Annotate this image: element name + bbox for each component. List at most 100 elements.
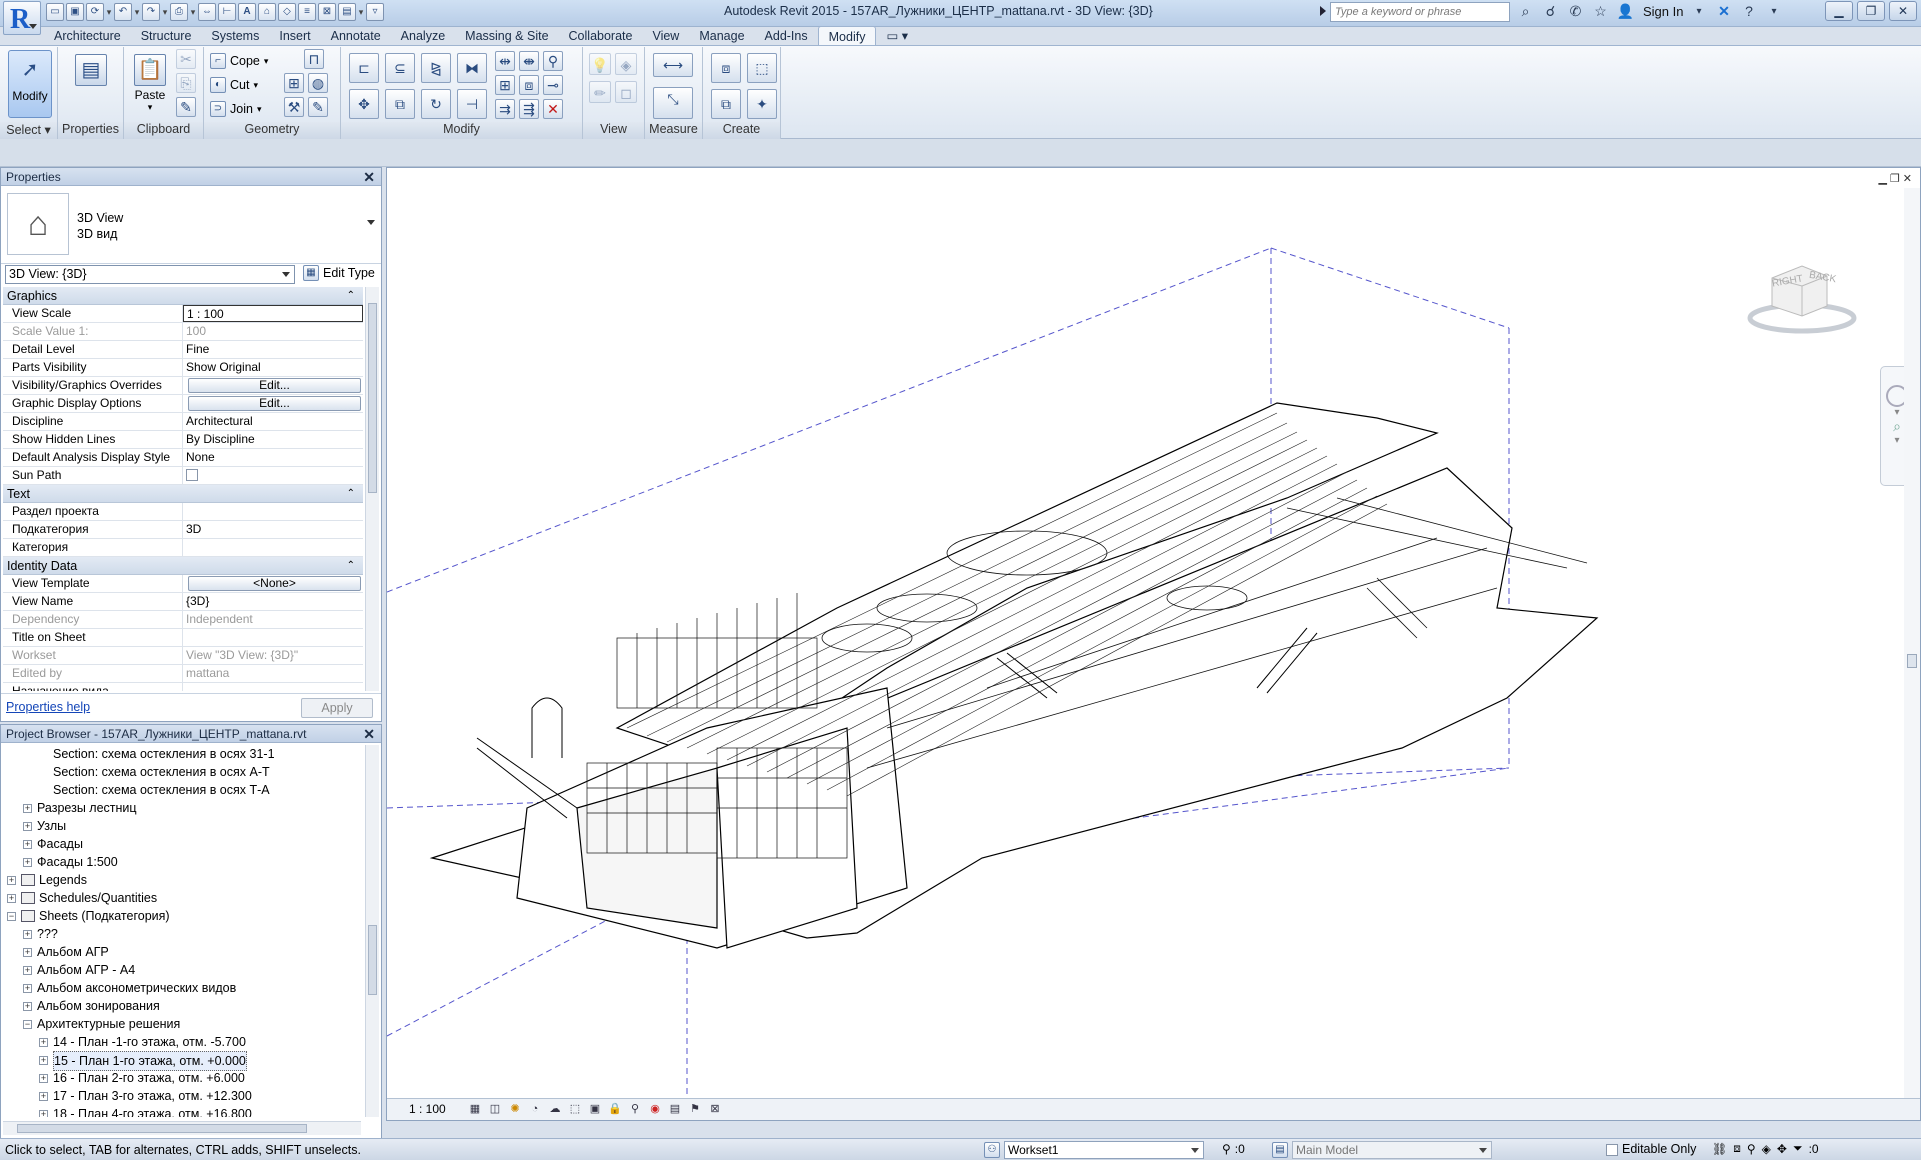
- pin-icon[interactable]: ⊸: [543, 75, 563, 95]
- filter-icon[interactable]: ⏷: [1793, 1141, 1803, 1156]
- property-value[interactable]: 1 : 100: [183, 305, 363, 322]
- lock-view-icon[interactable]: 🔒: [607, 1101, 623, 1117]
- switch-windows-icon[interactable]: ▤: [338, 3, 356, 21]
- rotate-icon[interactable]: ↻: [421, 89, 451, 119]
- properties-help-link[interactable]: Properties help: [6, 700, 90, 714]
- trim-extend-icon[interactable]: ⊣: [457, 89, 487, 119]
- dropdown-icon[interactable]: ▾: [358, 3, 364, 21]
- exchange-apps-icon[interactable]: ✕: [1714, 2, 1733, 21]
- expand-icon[interactable]: +: [23, 840, 32, 849]
- copy-icon[interactable]: ⧉: [385, 89, 415, 119]
- binoculars-icon[interactable]: ⌕: [1516, 2, 1535, 21]
- tab-analyze[interactable]: Analyze: [391, 26, 455, 46]
- join-button[interactable]: ⊃ Join ▾: [210, 99, 261, 119]
- split-with-gap-icon[interactable]: ⇼: [519, 51, 539, 71]
- select-links-icon[interactable]: ⛓: [1712, 1142, 1727, 1156]
- apply-button[interactable]: Apply: [301, 698, 373, 718]
- contextual-tab-toggle-icon[interactable]: ▭ ▾: [876, 26, 918, 46]
- property-value[interactable]: 3D: [183, 521, 363, 538]
- dimension-icon[interactable]: ⊢: [218, 3, 236, 21]
- drag-elements-icon[interactable]: ✥: [1777, 1142, 1787, 1156]
- collapse-icon[interactable]: ⌃: [347, 557, 355, 575]
- trim-extend-single-icon[interactable]: ⇶: [519, 99, 539, 119]
- close-icon[interactable]: ✕: [1889, 1, 1917, 21]
- property-edit-button[interactable]: <None>: [188, 576, 361, 591]
- dropdown-icon[interactable]: ▾: [134, 3, 140, 21]
- expand-icon[interactable]: +: [23, 930, 32, 939]
- mirror-draw-axis-icon[interactable]: ⧓: [457, 53, 487, 83]
- property-value[interactable]: Edit...: [183, 377, 363, 394]
- temporary-hide-icon[interactable]: ⚲: [627, 1101, 643, 1117]
- copy-to-clipboard-icon[interactable]: ⎘: [176, 73, 196, 93]
- linework-icon[interactable]: ✏: [589, 81, 611, 103]
- browser-tree-item[interactable]: +???: [3, 925, 361, 943]
- sun-path-checkbox[interactable]: [186, 469, 198, 481]
- select-by-face-icon[interactable]: ◈: [1762, 1142, 1771, 1156]
- properties-scrollbar[interactable]: [365, 287, 379, 691]
- remove-paint-icon[interactable]: ✎: [308, 97, 328, 117]
- property-value[interactable]: Fine: [183, 341, 363, 358]
- collapse-icon[interactable]: −: [7, 912, 16, 921]
- property-value[interactable]: [183, 683, 363, 691]
- browser-tree-item[interactable]: Section: схема остекления в осях А-Т: [3, 763, 361, 781]
- 3d-view-icon[interactable]: ⌂: [258, 3, 276, 21]
- paint-icon[interactable]: ◍: [308, 73, 328, 93]
- tab-systems[interactable]: Systems: [201, 26, 269, 46]
- tab-collaborate[interactable]: Collaborate: [559, 26, 643, 46]
- main-model-dropdown[interactable]: Main Model: [1292, 1141, 1492, 1159]
- subscription-icon[interactable]: ☌: [1541, 2, 1560, 21]
- dropdown-icon[interactable]: ▾: [106, 3, 112, 21]
- trim-extend-multiple-icon[interactable]: ⇉: [495, 99, 515, 119]
- create-similar-icon[interactable]: ✦: [747, 89, 777, 119]
- expand-icon[interactable]: +: [39, 1074, 48, 1083]
- browser-tree-item[interactable]: +14 - План -1-го этажа, отм. -5.700: [3, 1033, 361, 1051]
- tab-add-ins[interactable]: Add-Ins: [755, 26, 818, 46]
- browser-tree-item[interactable]: +16 - План 2-го этажа, отм. +6.000: [3, 1069, 361, 1087]
- property-value[interactable]: [183, 503, 363, 520]
- scrollbar-thumb[interactable]: [368, 303, 377, 493]
- browser-horizontal-scrollbar[interactable]: [3, 1121, 361, 1135]
- editable-only-toggle[interactable]: Editable Only: [1606, 1142, 1696, 1156]
- design-options-icon[interactable]: ▤: [1272, 1142, 1288, 1158]
- move-icon[interactable]: ✥: [349, 89, 379, 119]
- unpin-icon[interactable]: ⚲: [543, 51, 563, 71]
- expand-icon[interactable]: +: [39, 1110, 48, 1117]
- canvas-vertical-scrollbar[interactable]: [1904, 188, 1920, 1098]
- search-input[interactable]: Type a keyword or phrase: [1330, 2, 1510, 22]
- wall-joins-icon[interactable]: ⊓: [304, 49, 324, 69]
- application-menu-button[interactable]: R: [3, 1, 41, 35]
- property-group-identity-data[interactable]: Identity Data ⌃: [3, 557, 363, 575]
- thin-lines-icon[interactable]: ≡: [298, 3, 316, 21]
- tab-architecture[interactable]: Architecture: [44, 26, 131, 46]
- expand-icon[interactable]: +: [39, 1038, 48, 1047]
- expand-icon[interactable]: +: [39, 1092, 48, 1101]
- select-underlay-icon[interactable]: ⧈: [1733, 1141, 1741, 1156]
- browser-tree-item[interactable]: + Альбом АГР: [3, 943, 361, 961]
- tab-view[interactable]: View: [642, 26, 689, 46]
- browser-tree-item[interactable]: + Фасады: [3, 835, 361, 853]
- browser-tree-item[interactable]: + Альбом аксонометрических видов: [3, 979, 361, 997]
- property-value[interactable]: Show Original: [183, 359, 363, 376]
- instance-view-selector[interactable]: 3D View: {3D}: [5, 265, 295, 284]
- 3d-view-canvas[interactable]: ▁ ❐ ✕ RIGHT BACK ▾ ⌕ ▾ 1: 100 ▦ ◫ ✺ ◔ ☁…: [386, 167, 1921, 1121]
- scale-icon[interactable]: ⧈: [519, 75, 539, 95]
- property-value[interactable]: [183, 467, 363, 484]
- browser-tree-item[interactable]: − Архитектурные решения: [3, 1015, 361, 1033]
- temporary-hide-icon[interactable]: ◻: [615, 81, 637, 103]
- expand-icon[interactable]: +: [23, 858, 32, 867]
- editable-only-checkbox[interactable]: [1606, 1144, 1618, 1156]
- edit-type-button[interactable]: ▦ Edit Type: [303, 265, 375, 281]
- properties-button[interactable]: ▤: [69, 50, 113, 118]
- print-icon[interactable]: ⎙: [170, 3, 188, 21]
- align-icon[interactable]: ⊏: [349, 53, 379, 83]
- chevron-down-icon[interactable]: ▾: [1689, 2, 1708, 21]
- browser-tree-item[interactable]: +15 - План 1-го этажа, отм. +0.000: [3, 1051, 361, 1071]
- override-graphics-icon[interactable]: ◈: [615, 53, 637, 75]
- measure-between-icon[interactable]: ⟷: [653, 53, 693, 77]
- browser-tree-item[interactable]: Section: схема остекления в осях Т-А: [3, 781, 361, 799]
- scrollbar-thumb[interactable]: [17, 1124, 307, 1133]
- close-hidden-icon[interactable]: ⊠: [318, 3, 336, 21]
- reveal-hidden-icon[interactable]: ◉: [647, 1101, 663, 1117]
- create-parts-icon[interactable]: ⬚: [747, 53, 777, 83]
- browser-tree-item[interactable]: +18 - План 4-го этажа, отм. +16.800: [3, 1105, 361, 1117]
